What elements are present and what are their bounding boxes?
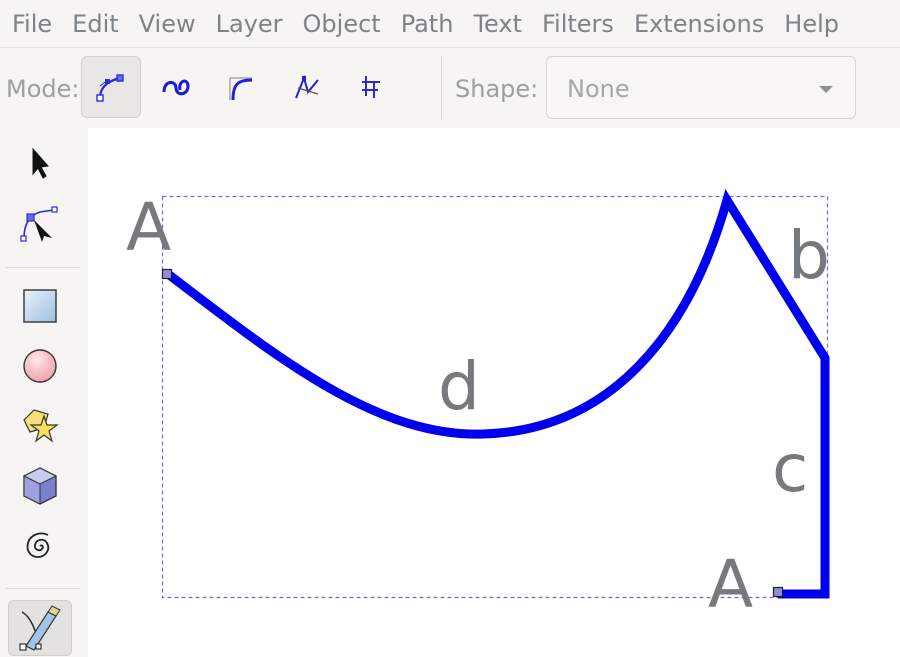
node-editor-icon (20, 206, 58, 242)
spiro-mode-icon (162, 79, 190, 96)
label-d: d (438, 348, 480, 425)
mode-paraxial-button[interactable] (341, 56, 401, 118)
zigzag-mode-icon (295, 74, 319, 99)
ellipse-tool-button[interactable] (8, 338, 72, 394)
shape-dropdown[interactable]: None (546, 56, 856, 119)
rectangle-tool-button[interactable] (8, 278, 72, 334)
drawing-canvas[interactable]: A b d c A (88, 128, 900, 657)
label-end-a: A (708, 546, 754, 623)
bezier-mode-icon (96, 74, 124, 102)
arrow-pointer-icon (32, 147, 49, 179)
menu-extensions[interactable]: Extensions (634, 10, 764, 38)
menu-object[interactable]: Object (303, 10, 381, 38)
path-start-node[interactable] (161, 268, 173, 280)
toolbar-separator (441, 56, 442, 120)
shape-label: Shape: (455, 75, 539, 103)
star-polygon-icon (23, 409, 59, 443)
spiral-icon (26, 532, 50, 558)
mode-label: Mode: (6, 75, 80, 103)
menubar: File Edit View Layer Object Path Text Fi… (0, 0, 900, 48)
pen-bezier-icon (19, 605, 61, 651)
3d-box-icon (22, 467, 58, 505)
rectangle-icon (23, 289, 57, 323)
menu-help[interactable]: Help (784, 10, 839, 38)
pen-tool-controls: Mode: Shape: None (0, 48, 900, 128)
menu-layer[interactable]: Layer (216, 10, 283, 38)
circle-icon (23, 349, 57, 383)
menu-filters[interactable]: Filters (542, 10, 614, 38)
canvas-drawing (161, 188, 830, 599)
label-start-a: A (126, 189, 172, 266)
toolbox-separator (6, 588, 80, 589)
toolbox (0, 128, 88, 657)
bspline-mode-icon (229, 77, 253, 101)
label-b: b (788, 217, 830, 294)
label-c: c (772, 430, 809, 507)
pen-tool-button[interactable] (8, 600, 72, 656)
shape-selected-value: None (567, 75, 630, 103)
selector-tool-button[interactable] (8, 136, 72, 192)
menu-file[interactable]: File (12, 10, 52, 38)
node-tool-button[interactable] (8, 196, 72, 252)
paraxial-mode-icon (362, 76, 380, 98)
drawn-path (165, 188, 830, 599)
spiral-tool-button[interactable] (8, 518, 72, 574)
menu-edit[interactable]: Edit (72, 10, 118, 38)
3d-box-tool-button[interactable] (8, 458, 72, 514)
path-end-node[interactable] (772, 586, 784, 598)
mode-regular-bezier-button[interactable] (81, 56, 141, 118)
menu-view[interactable]: View (139, 10, 196, 38)
menu-text[interactable]: Text (473, 10, 522, 38)
toolbox-separator (6, 267, 80, 268)
mode-zigzag-button[interactable] (277, 56, 337, 118)
mode-spiro-button[interactable] (147, 56, 207, 118)
chevron-down-icon (819, 86, 833, 93)
mode-bspline-button[interactable] (211, 56, 271, 118)
star-tool-button[interactable] (8, 398, 72, 454)
menu-path[interactable]: Path (401, 10, 454, 38)
selection-bounding-box (161, 195, 829, 599)
